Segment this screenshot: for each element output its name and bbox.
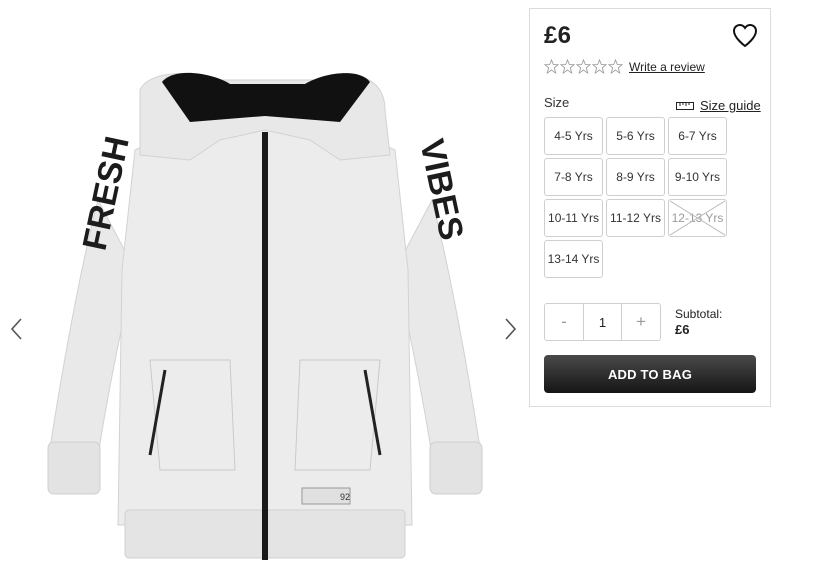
size-option[interactable]: 13-14 Yrs — [544, 240, 603, 278]
star-icon — [544, 59, 559, 74]
star-rating — [544, 59, 623, 74]
size-option[interactable]: 5-6 Yrs — [606, 117, 665, 155]
size-option-label: 8-9 Yrs — [616, 170, 655, 184]
next-image-button[interactable] — [499, 315, 523, 343]
size-option[interactable]: 7-8 Yrs — [544, 158, 603, 196]
heart-icon — [732, 23, 758, 48]
chevron-left-icon — [10, 318, 22, 340]
size-options: 4-5 Yrs 5-6 Yrs 6-7 Yrs 7-8 Yrs 8-9 Yrs … — [544, 117, 727, 278]
product-price: £6 — [544, 22, 572, 49]
size-option[interactable]: 9-10 Yrs — [668, 158, 727, 196]
size-option-label: 10-11 Yrs — [548, 211, 599, 225]
size-option-label: 6-7 Yrs — [678, 129, 717, 143]
subtotal-value: £6 — [675, 322, 690, 337]
subtotal-label: Subtotal: — [675, 307, 723, 321]
product-panel: £6 Write a review Size Size guide 4-5 Yr… — [529, 8, 771, 407]
quantity-decrement-button[interactable]: - — [545, 304, 583, 340]
size-option-label: 9-10 Yrs — [674, 170, 721, 184]
size-option[interactable]: 6-7 Yrs — [668, 117, 727, 155]
star-icon — [608, 59, 623, 74]
star-icon — [560, 59, 575, 74]
wishlist-button[interactable] — [731, 22, 759, 48]
size-option[interactable]: 10-11 Yrs — [544, 199, 603, 237]
rating-row: Write a review — [544, 59, 705, 74]
unavailable-cross-icon — [669, 200, 726, 236]
star-icon — [576, 59, 591, 74]
size-guide-label: Size guide — [700, 98, 761, 113]
ruler-icon — [676, 101, 694, 110]
size-option-label: 4-5 Yrs — [554, 129, 593, 143]
size-label: Size — [544, 95, 570, 110]
write-review-link[interactable]: Write a review — [629, 60, 705, 74]
size-option-label: 13-14 Yrs — [547, 252, 600, 266]
quantity-stepper: - + — [544, 303, 661, 341]
subtotal: Subtotal: £6 — [675, 307, 722, 337]
add-to-bag-button[interactable]: ADD TO BAG — [544, 355, 756, 393]
previous-image-button[interactable] — [4, 315, 28, 343]
size-option-label: 7-8 Yrs — [554, 170, 593, 184]
size-option[interactable]: 4-5 Yrs — [544, 117, 603, 155]
quantity-increment-button[interactable]: + — [622, 304, 660, 340]
star-icon — [592, 59, 607, 74]
label-number: 92 — [340, 492, 350, 502]
product-image[interactable]: FRESH VIBES 92 — [40, 70, 490, 565]
size-option-label: 5-6 Yrs — [616, 129, 655, 143]
size-guide-link[interactable]: Size guide — [676, 98, 761, 113]
quantity-input[interactable] — [583, 304, 622, 340]
size-option-label: 11-12 Yrs — [610, 211, 661, 225]
chevron-right-icon — [505, 318, 517, 340]
product-gallery: FRESH VIBES 92 — [0, 0, 528, 576]
size-option[interactable]: 11-12 Yrs — [606, 199, 665, 237]
size-option-unavailable[interactable]: 12-13 Yrs — [668, 199, 727, 237]
size-option[interactable]: 8-9 Yrs — [606, 158, 665, 196]
